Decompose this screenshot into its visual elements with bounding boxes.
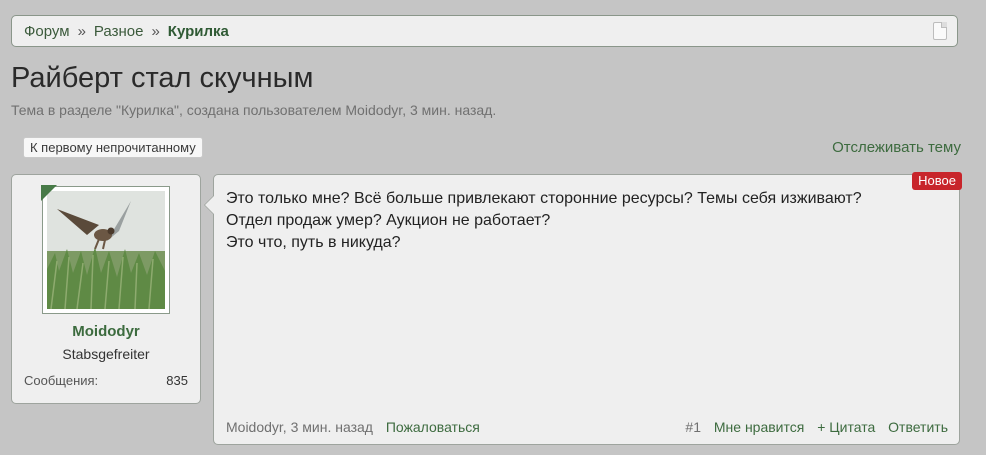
username[interactable]: Moidodyr xyxy=(12,323,200,340)
user-rank: Stabsgefreiter xyxy=(62,346,150,362)
message-line: Это что, путь в никуда? xyxy=(226,234,401,251)
avatar-frame[interactable] xyxy=(42,186,170,314)
messages-count[interactable]: 835 xyxy=(166,373,188,388)
new-badge: Новое xyxy=(912,172,962,190)
user-info-panel: Moidodyr Stabsgefreiter Сообщения: 835 xyxy=(11,174,201,404)
quote-button[interactable]: + Цитата xyxy=(817,419,875,435)
thread-meta: Тема в разделе "Курилка", создана пользо… xyxy=(11,102,497,118)
breadcrumb-misc[interactable]: Разное xyxy=(94,23,144,40)
breadcrumb-separator: » xyxy=(77,22,86,40)
post-number[interactable]: #1 xyxy=(685,419,701,435)
author-time[interactable]: Moidodyr, 3 мин. назад xyxy=(226,419,373,435)
breadcrumb-current[interactable]: Курилка xyxy=(168,23,229,40)
page-icon[interactable] xyxy=(933,22,947,40)
watch-thread-link[interactable]: Отслеживать тему xyxy=(832,139,961,156)
message-controls: #1 Мне нравится + Цитата Ответить xyxy=(676,419,948,435)
like-button[interactable]: Мне нравится xyxy=(714,419,804,435)
first-unread-button[interactable]: К первому непрочитанному xyxy=(23,137,203,158)
messages-label: Сообщения: xyxy=(24,373,99,388)
post-message: Новое Это только мне? Всё больше привлек… xyxy=(204,172,962,445)
breadcrumb-separator: » xyxy=(151,22,160,40)
breadcrumb: Форум » Разное » Курилка xyxy=(11,15,958,47)
page-title: Райберт стал скучным xyxy=(11,62,314,94)
avatar[interactable] xyxy=(47,191,165,309)
report-link[interactable]: Пожаловаться xyxy=(386,419,480,435)
online-indicator xyxy=(41,185,57,201)
breadcrumb-forum[interactable]: Форум xyxy=(24,23,70,40)
message-meta: Moidodyr, 3 мин. назад Пожаловаться xyxy=(226,419,480,435)
message-line: Это только мне? Всё больше привлекают ст… xyxy=(226,190,862,229)
message-arrow-inner xyxy=(205,196,214,214)
message-body: Это только мне? Всё больше привлекают ст… xyxy=(226,188,889,254)
reply-button[interactable]: Ответить xyxy=(888,419,948,435)
